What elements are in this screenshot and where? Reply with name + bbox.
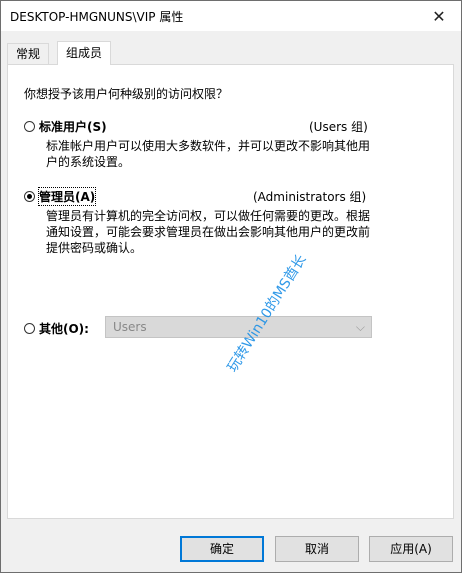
tab-group-membership[interactable]: 组成员 [57, 41, 112, 65]
window-title: DESKTOP-HMGNUNS\VIP 属性 [10, 10, 184, 24]
apply-button[interactable]: 应用(A) [369, 536, 453, 562]
watermark-text: 玩转Win10的MS酋长 [224, 252, 310, 376]
access-question: 你想授予该用户何种级别的访问权限？ [24, 87, 229, 101]
standard-user-radio[interactable] [24, 120, 35, 132]
standard-user-label[interactable]: 标准用户(S) [39, 118, 107, 135]
other-option[interactable]: 其他(O): [24, 319, 89, 337]
tab-general[interactable]: 常规 [7, 43, 50, 64]
combobox-value: Users [113, 320, 147, 334]
desc-line: 管理员有计算机的完全访问权，可以做任何需要的更改。根据 [46, 209, 371, 223]
ok-button[interactable]: 确定 [180, 536, 264, 562]
other-label[interactable]: 其他(O): [39, 320, 89, 337]
title-bar: DESKTOP-HMGNUNS\VIP 属性 ✕ [1, 1, 461, 31]
administrator-label[interactable]: 管理员(A) [37, 186, 97, 206]
other-group-combobox[interactable]: Users ⌵ [105, 316, 372, 338]
administrator-radio[interactable] [24, 190, 35, 202]
administrator-description: 管理员有计算机的完全访问权，可以做任何需要的更改。根据 通知设置，可能会要求管理… [46, 208, 376, 256]
administrator-option[interactable]: 管理员(A) [24, 186, 97, 206]
desc-line: 标准帐户用户可以使用大多数软件，并可以更改不影响其他用 [46, 139, 371, 153]
users-group-tag: (Users 组) [309, 120, 368, 134]
chevron-down-icon[interactable]: ⌵ [356, 320, 365, 335]
administrators-group-tag: (Administrators 组) [253, 190, 367, 204]
standard-user-description: 标准帐户用户可以使用大多数软件，并可以更改不影响其他用 户的系统设置。 [46, 138, 376, 170]
desc-line: 通知设置，可能会要求管理员在做出会影响其他用户的更改前 [46, 225, 371, 239]
desc-line: 提供密码或确认。 [46, 241, 143, 255]
other-radio[interactable] [24, 322, 35, 334]
close-icon[interactable]: ✕ [417, 1, 461, 31]
desc-line: 户的系统设置。 [46, 155, 131, 169]
group-membership-panel: 你想授予该用户何种级别的访问权限？ 标准用户(S) (Users 组) 标准帐户… [7, 64, 454, 519]
cancel-button[interactable]: 取消 [275, 536, 359, 562]
standard-user-option[interactable]: 标准用户(S) [24, 117, 107, 135]
properties-window: DESKTOP-HMGNUNS\VIP 属性 ✕ 常规 组成员 你想授予该用户何… [0, 0, 462, 573]
